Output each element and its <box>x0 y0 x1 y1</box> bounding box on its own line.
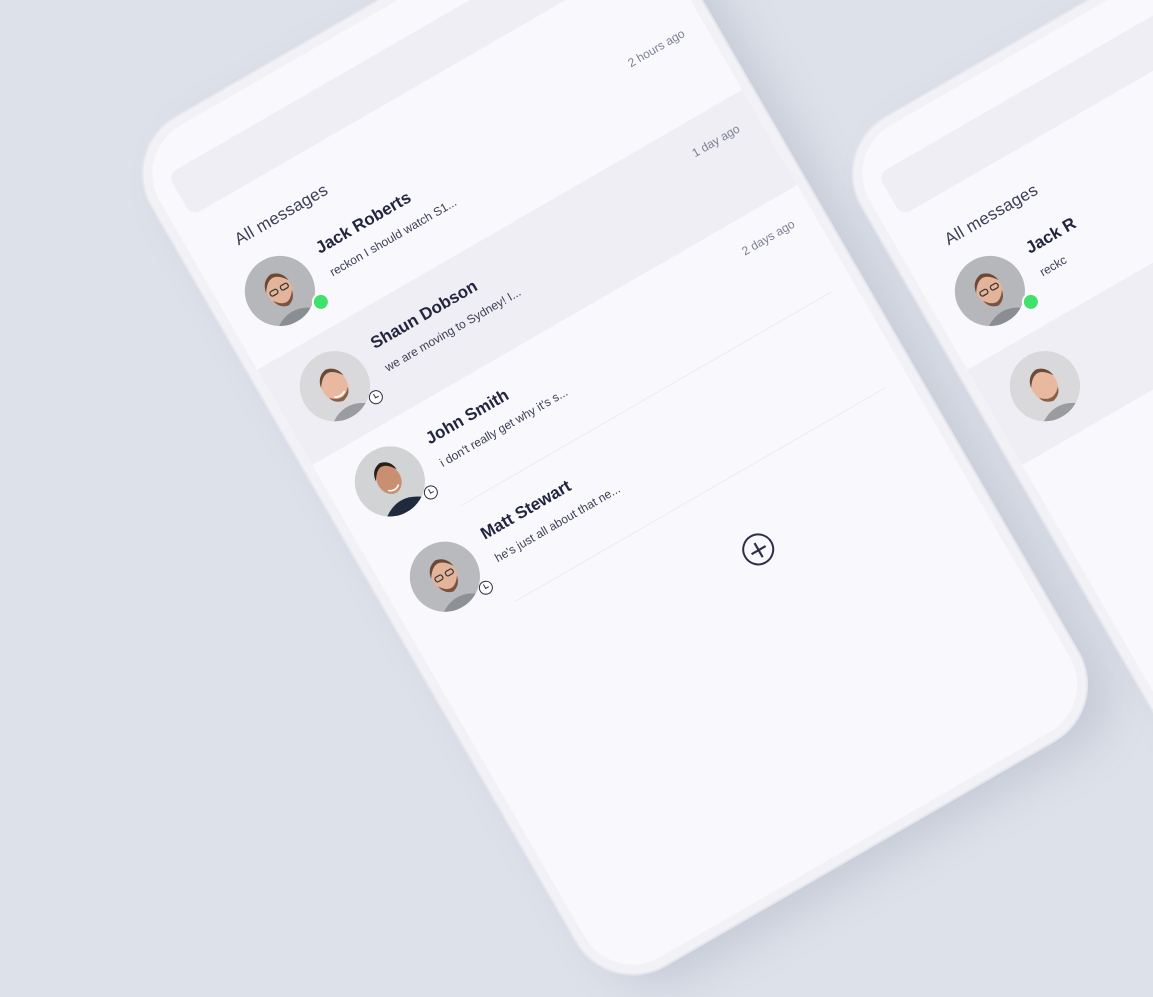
avatar <box>397 528 493 625</box>
plus-icon: + <box>741 531 776 569</box>
message-time: 1 day ago <box>689 121 743 161</box>
message-time: 2 hours ago <box>625 26 688 71</box>
avatar <box>287 338 383 435</box>
message-time: 2 days ago <box>739 216 798 259</box>
avatar <box>942 243 1038 339</box>
message-preview: reckc <box>1037 252 1070 280</box>
avatar <box>232 243 328 339</box>
avatar <box>342 433 438 530</box>
contact-name: Jack R <box>1022 213 1080 258</box>
avatar <box>997 338 1093 435</box>
add-message-button[interactable]: + <box>736 527 781 572</box>
